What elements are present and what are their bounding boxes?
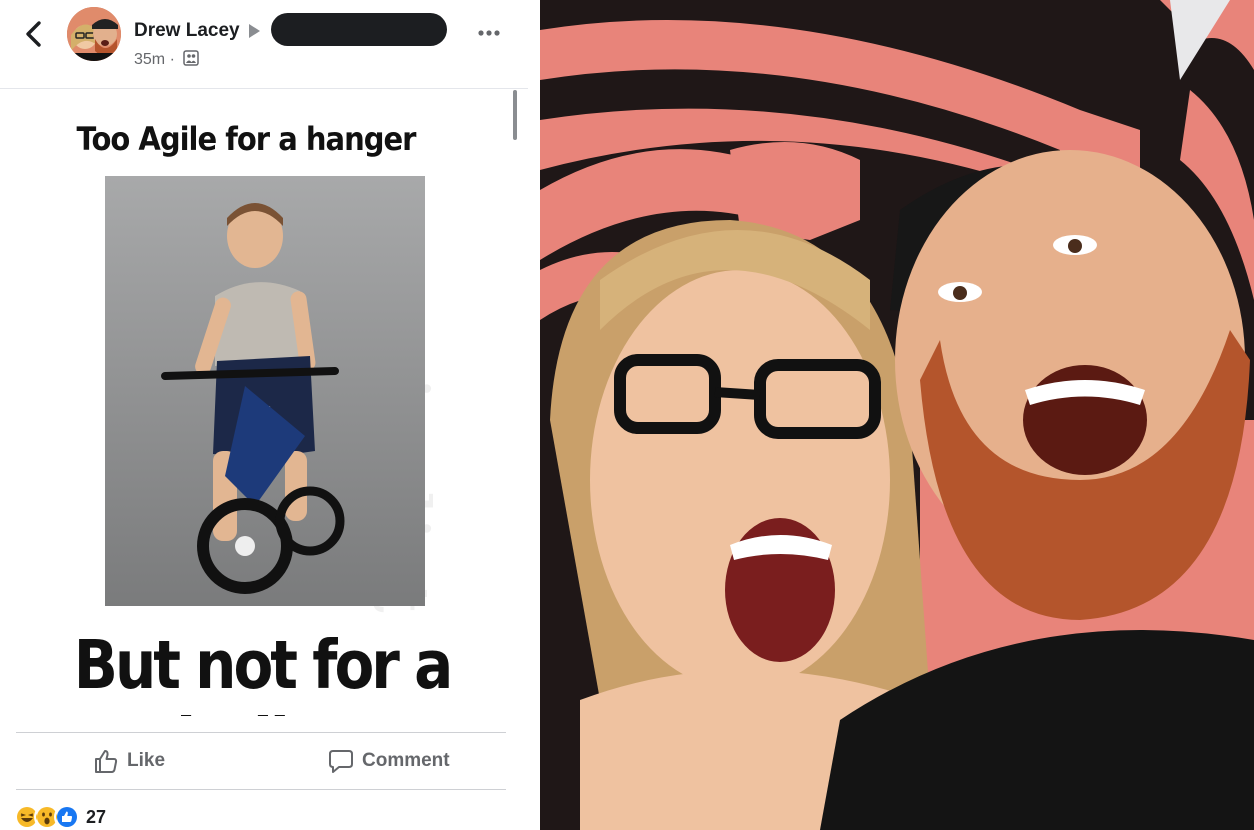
comment-button[interactable]: Comment [328, 742, 450, 780]
reactions-summary[interactable]: 27 [14, 804, 106, 830]
actions-divider-top [16, 732, 506, 733]
post-time[interactable]: 35m [134, 51, 165, 68]
more-options-icon[interactable] [476, 22, 502, 44]
like-label: Like [127, 750, 166, 771]
redacted-group-name [271, 13, 447, 46]
reaction-count: 27 [86, 806, 107, 827]
comment-bubble-icon [329, 750, 353, 773]
header-divider [0, 88, 528, 89]
author-name[interactable]: Drew Lacey [134, 20, 240, 42]
group-audience-icon [183, 50, 200, 66]
shared-to-arrow-icon [249, 24, 260, 38]
like-button[interactable]: Like [93, 742, 165, 780]
meme-top-caption: Too Agile for a hanger [76, 120, 417, 158]
thumbs-up-icon [95, 750, 118, 773]
selfie-photo [540, 0, 1254, 830]
meme-photo-child-on-bike [105, 176, 425, 606]
author-avatar[interactable] [67, 7, 121, 61]
post-panel: Drew Lacey 35m · craigslist Too Agile fo… [0, 0, 528, 830]
meme-image[interactable]: craigslist Too Agile for a hanger [4, 96, 520, 716]
meta-separator: · [169, 51, 175, 68]
scrollbar-thumb[interactable] [513, 90, 517, 140]
post-meta: 35m · [134, 50, 200, 69]
like-reaction-icon [54, 804, 80, 830]
actions-divider-bottom [16, 789, 506, 790]
comment-label: Comment [362, 750, 450, 771]
back-arrow-icon[interactable] [22, 20, 46, 48]
meme-bottom-caption: But not for a bullet [73, 625, 454, 716]
